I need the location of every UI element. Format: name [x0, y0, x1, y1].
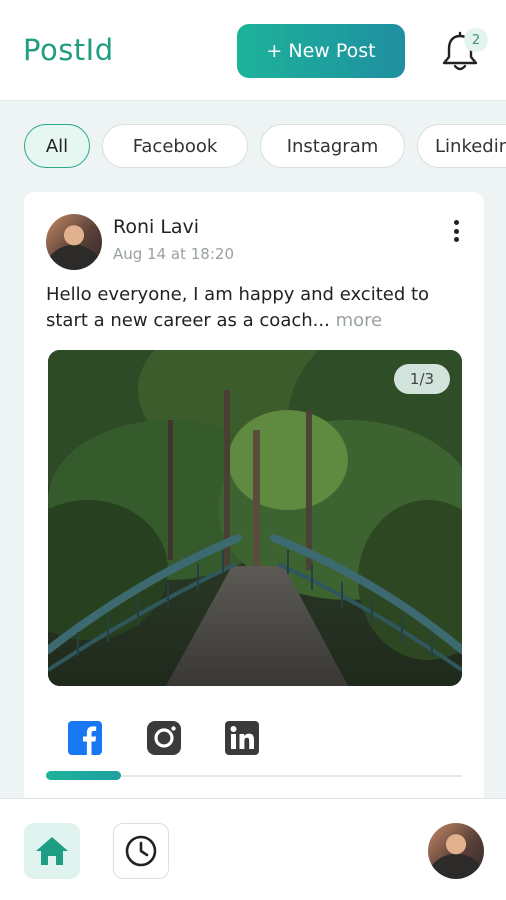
image-counter: 1/3: [394, 364, 450, 394]
home-icon: [36, 837, 68, 865]
new-post-button[interactable]: + New Post: [237, 24, 405, 78]
author-name: Roni Lavi: [113, 216, 200, 238]
post-text: Hello everyone, I am happy and excited t…: [46, 282, 466, 334]
post-card: Roni Lavi Aug 14 at 18:20 Hello everyone…: [24, 192, 484, 812]
nav-history-button[interactable]: [113, 823, 169, 879]
clock-icon: [125, 835, 157, 867]
filter-chip-instagram[interactable]: Instagram: [260, 124, 405, 168]
network-filter-bar: All Facebook Instagram Linkedin: [0, 124, 506, 170]
bottom-nav: [0, 798, 506, 900]
profile-avatar[interactable]: [428, 823, 484, 879]
read-more-link[interactable]: more: [336, 310, 383, 331]
filter-chip-all[interactable]: All: [24, 124, 90, 168]
post-image[interactable]: 1/3: [48, 350, 462, 686]
forest-bridge-photo: [48, 350, 462, 686]
more-options-icon[interactable]: [444, 216, 468, 246]
app-logo[interactable]: PostId: [23, 33, 114, 67]
instagram-icon[interactable]: [146, 720, 182, 756]
filter-chip-linkedin[interactable]: Linkedin: [417, 124, 506, 168]
linkedin-icon[interactable]: [224, 720, 260, 756]
facebook-icon[interactable]: [67, 720, 103, 756]
post-date: Aug 14 at 18:20: [113, 245, 234, 263]
filter-chip-facebook[interactable]: Facebook: [102, 124, 248, 168]
app-header: PostId + New Post 2: [0, 0, 506, 101]
network-tab-indicator: [46, 771, 121, 780]
notification-badge: 2: [464, 28, 488, 52]
author-avatar[interactable]: [46, 214, 102, 270]
nav-home-button[interactable]: [24, 823, 80, 879]
